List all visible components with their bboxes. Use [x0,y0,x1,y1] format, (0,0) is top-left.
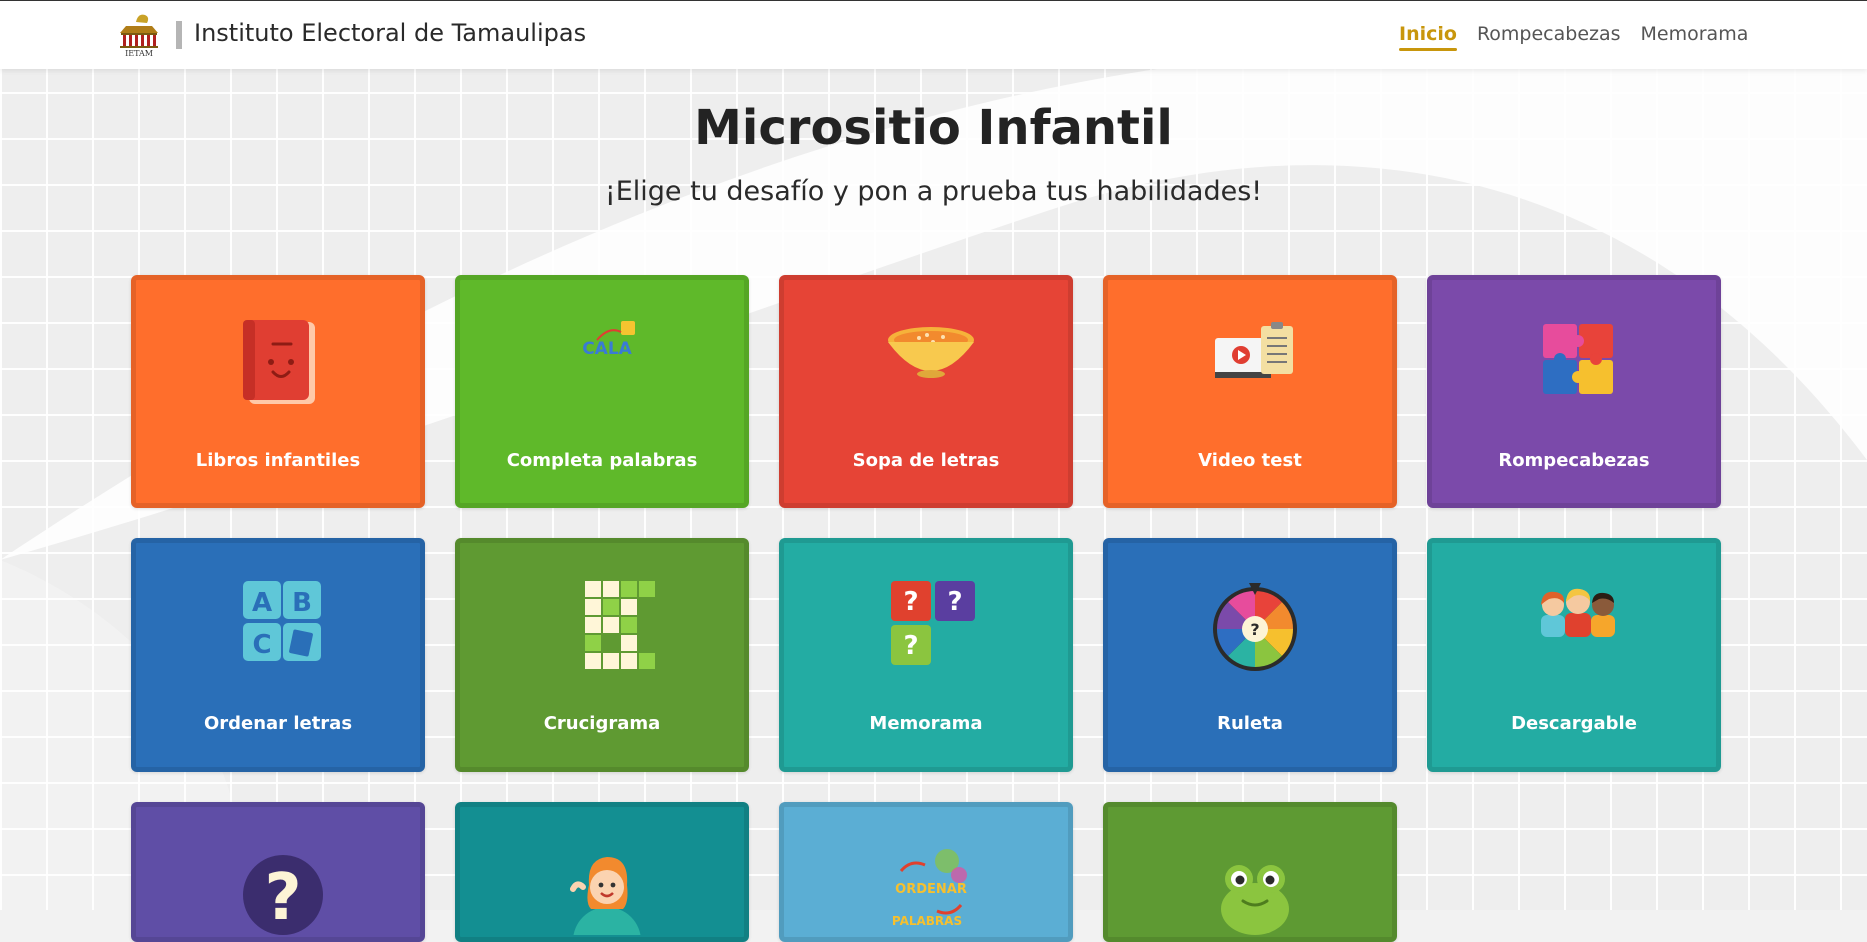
card-label: Descargable [1511,713,1637,734]
card-crucigrama[interactable]: Crucigrama [455,538,749,772]
soup-bowl-icon [888,327,974,378]
card-label: Completa palabras [506,450,698,471]
nav-link-memorama[interactable]: Memorama [1641,23,1749,45]
card-rana[interactable] [1103,802,1397,942]
nav-link-rompecabezas[interactable]: Rompecabezas [1477,23,1621,45]
card-rompecabezas[interactable]: Rompecabezas [1427,275,1721,508]
ietam-logo[interactable]: IETAM [114,13,164,57]
site-header: IETAM Instituto Electoral de Tamaulipas … [0,1,1867,69]
card-descargable[interactable]: Descargable [1427,538,1721,772]
card-video-test[interactable]: Video test [1103,275,1397,508]
card-completa-palabras[interactable]: CALA Completa palabras [455,275,749,508]
card-label: Video test [1198,450,1302,471]
completa-text: CALA [582,339,632,359]
card-sopa-de-letras[interactable]: Sopa de letras [779,275,1073,508]
card-question-1: ? [903,587,918,617]
girl-globe-icon [570,857,641,935]
block-letter-a: A [252,588,272,618]
nav-link-inicio[interactable]: Inicio [1399,23,1457,51]
window-top-border [0,0,1867,1]
crossword-icon [585,581,655,669]
puzzle-pieces-icon [1543,324,1613,394]
main-nav: Inicio Rompecabezas Memorama [1399,23,1749,51]
brand-name[interactable]: Instituto Electoral de Tamaulipas [194,19,586,47]
card-label: Sopa de letras [852,450,1000,471]
card-ruleta[interactable]: ? Ruleta [1103,538,1397,772]
ordenar-text: ORDENAR [895,882,967,897]
wheel-question: ? [1250,620,1259,639]
block-letter-b: B [292,588,312,618]
card-question-3: ? [903,631,918,661]
page-title: Micrositio Infantil [694,100,1173,156]
card-label: Crucigrama [543,713,661,734]
card-nina-mundo[interactable] [455,802,749,942]
logo-separator [176,21,182,49]
card-ordenar-palabras[interactable]: ORDENAR PALABRAS [779,802,1073,942]
ordenar-palabras-icon: ORDENAR PALABRAS [892,849,967,928]
page-subtitle: ¡Elige tu desafío y pon a prueba tus hab… [604,176,1263,207]
video-checklist-icon [1215,322,1293,378]
frog-icon [1221,865,1289,935]
card-label: Ordenar letras [203,713,353,734]
palabras-text: PALABRAS [892,914,962,928]
card-label: Libros infantiles [195,450,361,471]
abc-blocks-icon: A B C [243,581,321,661]
logo-caption: IETAM [125,49,153,57]
children-group-icon [1541,588,1615,637]
card-label: Ruleta [1217,713,1283,734]
card-ordenar-letras[interactable]: A B C Ordenar letras [131,538,425,772]
card-memorama[interactable]: ? ? ? Memorama [779,538,1073,772]
memory-cards-icon: ? ? ? [891,581,975,665]
card-label: Rompecabezas [1498,450,1650,471]
big-question-mark: ? [264,861,301,935]
card-question-2: ? [947,587,962,617]
book-icon [243,320,315,404]
card-libros-infantiles[interactable]: Libros infantiles [131,275,425,508]
question-mark-icon: ? [243,855,323,935]
block-letter-c: C [252,630,271,660]
prize-wheel-icon: ? [1213,583,1297,671]
card-label: Memorama [869,713,983,734]
card-preguntas[interactable]: ? [131,802,425,942]
letter-blocks-icon: CALA [582,321,635,359]
